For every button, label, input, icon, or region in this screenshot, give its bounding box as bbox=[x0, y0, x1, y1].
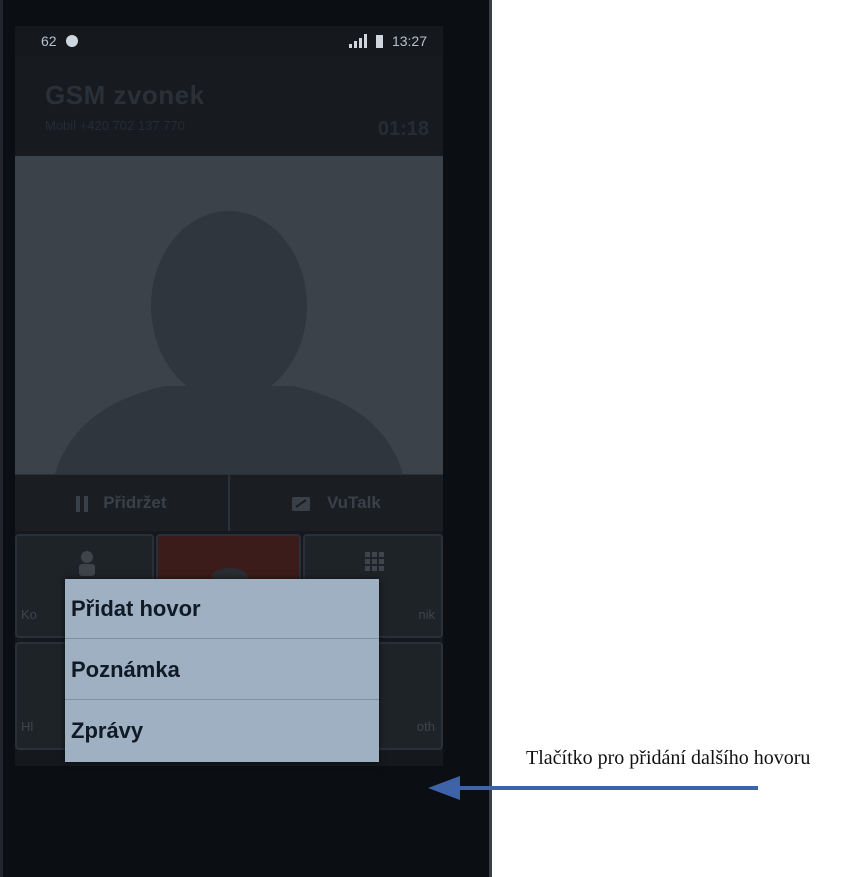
pause-icon bbox=[76, 495, 89, 512]
popup-menu: Přidat hovor Poznámka Zprávy bbox=[65, 579, 379, 762]
caller-name: GSM zvonek bbox=[45, 80, 205, 110]
caller-number: Mobil +420 702 137 770 bbox=[45, 118, 185, 133]
bluetooth-label: oth bbox=[416, 719, 435, 734]
signal-icon bbox=[349, 34, 368, 48]
vutalk-icon bbox=[292, 496, 311, 511]
hold-button[interactable]: Přidržet bbox=[15, 475, 230, 531]
menu-item-messages[interactable]: Zprávy bbox=[65, 701, 379, 761]
contact-silhouette-icon bbox=[55, 211, 403, 474]
status-time: 13:27 bbox=[391, 33, 427, 49]
contact-photo bbox=[15, 156, 443, 474]
keypad-icon bbox=[365, 552, 384, 571]
status-notification-count: 62 bbox=[41, 33, 57, 49]
hold-label: Přidržet bbox=[103, 493, 167, 512]
call-timer: 01:18 bbox=[377, 118, 429, 140]
call-header: GSM zvonek Mobil +420 702 137 770 01:18 bbox=[15, 56, 443, 156]
battery-icon bbox=[376, 35, 384, 48]
menu-item-add-call[interactable]: Přidat hovor bbox=[65, 579, 379, 639]
keypad-label: nik bbox=[418, 607, 435, 622]
phone-photo: 62 13:27 GSM zvonek Mobil +420 702 137 7… bbox=[0, 0, 492, 877]
call-action-bar: Přidržet VuTalk bbox=[15, 474, 443, 531]
menu-item-note[interactable]: Poznámka bbox=[65, 640, 379, 700]
status-right: 13:27 bbox=[349, 33, 427, 49]
status-bar: 62 13:27 bbox=[15, 26, 443, 54]
status-left: 62 bbox=[41, 33, 79, 49]
notification-dot-icon bbox=[66, 35, 79, 47]
person-icon bbox=[79, 551, 95, 576]
annotation-text: Tlačítko pro přidání dalšího hovoru bbox=[526, 747, 811, 769]
vutalk-button[interactable]: VuTalk bbox=[230, 475, 443, 531]
annotation-arrow-icon bbox=[428, 776, 758, 800]
vutalk-label: VuTalk bbox=[326, 493, 381, 512]
